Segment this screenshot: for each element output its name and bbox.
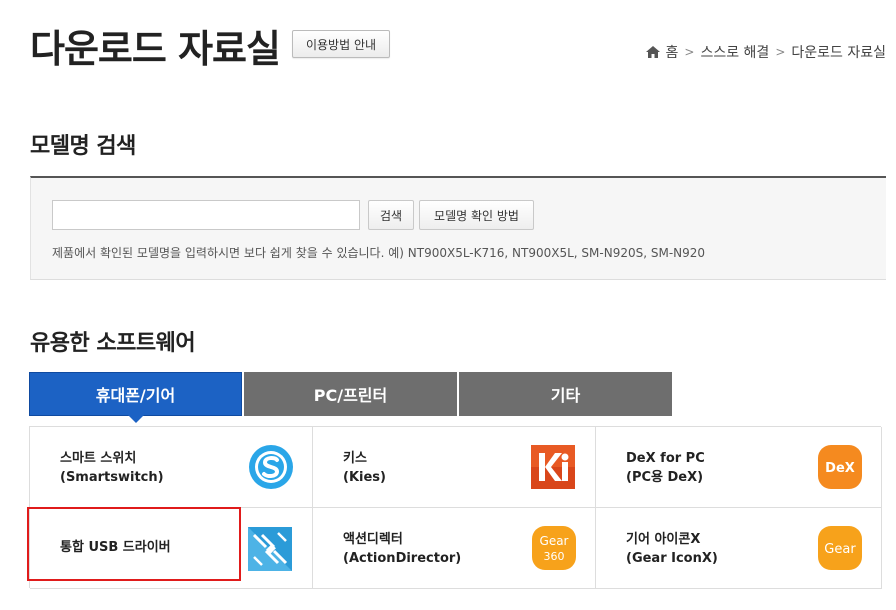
gear-iconx-icon: Gear <box>817 525 863 571</box>
software-subname: (Gear IconX) <box>626 551 718 566</box>
software-name: 기어 아이콘X <box>626 532 701 547</box>
search-button[interactable]: 검색 <box>368 200 414 230</box>
page-title: 다운로드 자료실 <box>30 27 281 71</box>
software-name: 키스 <box>343 451 367 466</box>
usb-driver-icon <box>248 527 292 571</box>
gear-iconx-icon-text: Gear <box>824 542 856 557</box>
software-item-gear-iconx[interactable]: 기어 아이콘X (Gear IconX) Gear <box>596 508 882 589</box>
smartswitch-icon <box>248 444 294 490</box>
kies-icon <box>531 445 577 491</box>
breadcrumb-self-help[interactable]: 스스로 해결 <box>700 42 769 62</box>
gear360-icon: Gear 360 <box>531 525 577 571</box>
usage-guide-button[interactable]: 이용방법 안내 <box>292 30 390 58</box>
breadcrumb-download: 다운로드 자료실 <box>791 45 886 61</box>
chevron-right-icon: > <box>775 45 786 59</box>
software-subname: (PC용 DeX) <box>626 470 704 485</box>
model-search-panel: 검색 모델명 확인 방법 제품에서 확인된 모델명을 입력하시면 보다 쉽게 찾… <box>30 176 886 280</box>
software-name: 스마트 스위치 <box>60 451 137 466</box>
gear360-icon-text-360: 360 <box>544 550 565 563</box>
software-item-kies[interactable]: 키스 (Kies) <box>313 427 596 508</box>
breadcrumb-home[interactable]: 홈 <box>666 42 679 62</box>
software-item-dex[interactable]: DeX for PC (PC용 DeX) DeX <box>596 427 882 508</box>
tab-etc[interactable]: 기타 <box>459 372 672 416</box>
tab-mobile-gear[interactable]: 휴대폰/기어 <box>29 372 242 423</box>
software-subname: (Smartswitch) <box>60 470 164 485</box>
software-name: 통합 USB 드라이버 <box>60 540 171 555</box>
model-search-input[interactable] <box>52 200 360 230</box>
search-help-text: 제품에서 확인된 모델명을 입력하시면 보다 쉽게 찾을 수 있습니다. 예) … <box>52 246 706 260</box>
software-item-actiondirector[interactable]: 액션디렉터 (ActionDirector) Gear 360 <box>313 508 596 589</box>
tab-pc-printer[interactable]: PC/프린터 <box>244 372 457 416</box>
software-item-usb-driver[interactable]: 통합 USB 드라이버 <box>30 508 313 589</box>
software-tabs: 휴대폰/기어 PC/프린터 기타 <box>29 372 674 423</box>
model-search-title: 모델명 검색 <box>30 134 136 159</box>
software-name: DeX for PC <box>626 451 705 466</box>
breadcrumb: 홈 > 스스로 해결 > 다운로드 자료실 <box>645 42 886 62</box>
software-subname: (Kies) <box>343 470 386 485</box>
useful-software-title: 유용한 소프트웨어 <box>30 331 196 356</box>
home-icon[interactable] <box>645 46 660 58</box>
software-name: 액션디렉터 <box>343 532 403 547</box>
dex-icon-text: DeX <box>825 461 855 476</box>
gear360-icon-text-gear: Gear <box>540 534 569 548</box>
chevron-right-icon: > <box>684 45 695 59</box>
dex-icon: DeX <box>817 444 863 490</box>
software-item-smartswitch[interactable]: 스마트 스위치 (Smartswitch) <box>30 427 313 508</box>
software-grid: 스마트 스위치 (Smartswitch) 키스 (Kies) DeX for … <box>29 426 882 589</box>
model-check-guide-button[interactable]: 모델명 확인 방법 <box>419 200 534 230</box>
software-subname: (ActionDirector) <box>343 551 462 566</box>
